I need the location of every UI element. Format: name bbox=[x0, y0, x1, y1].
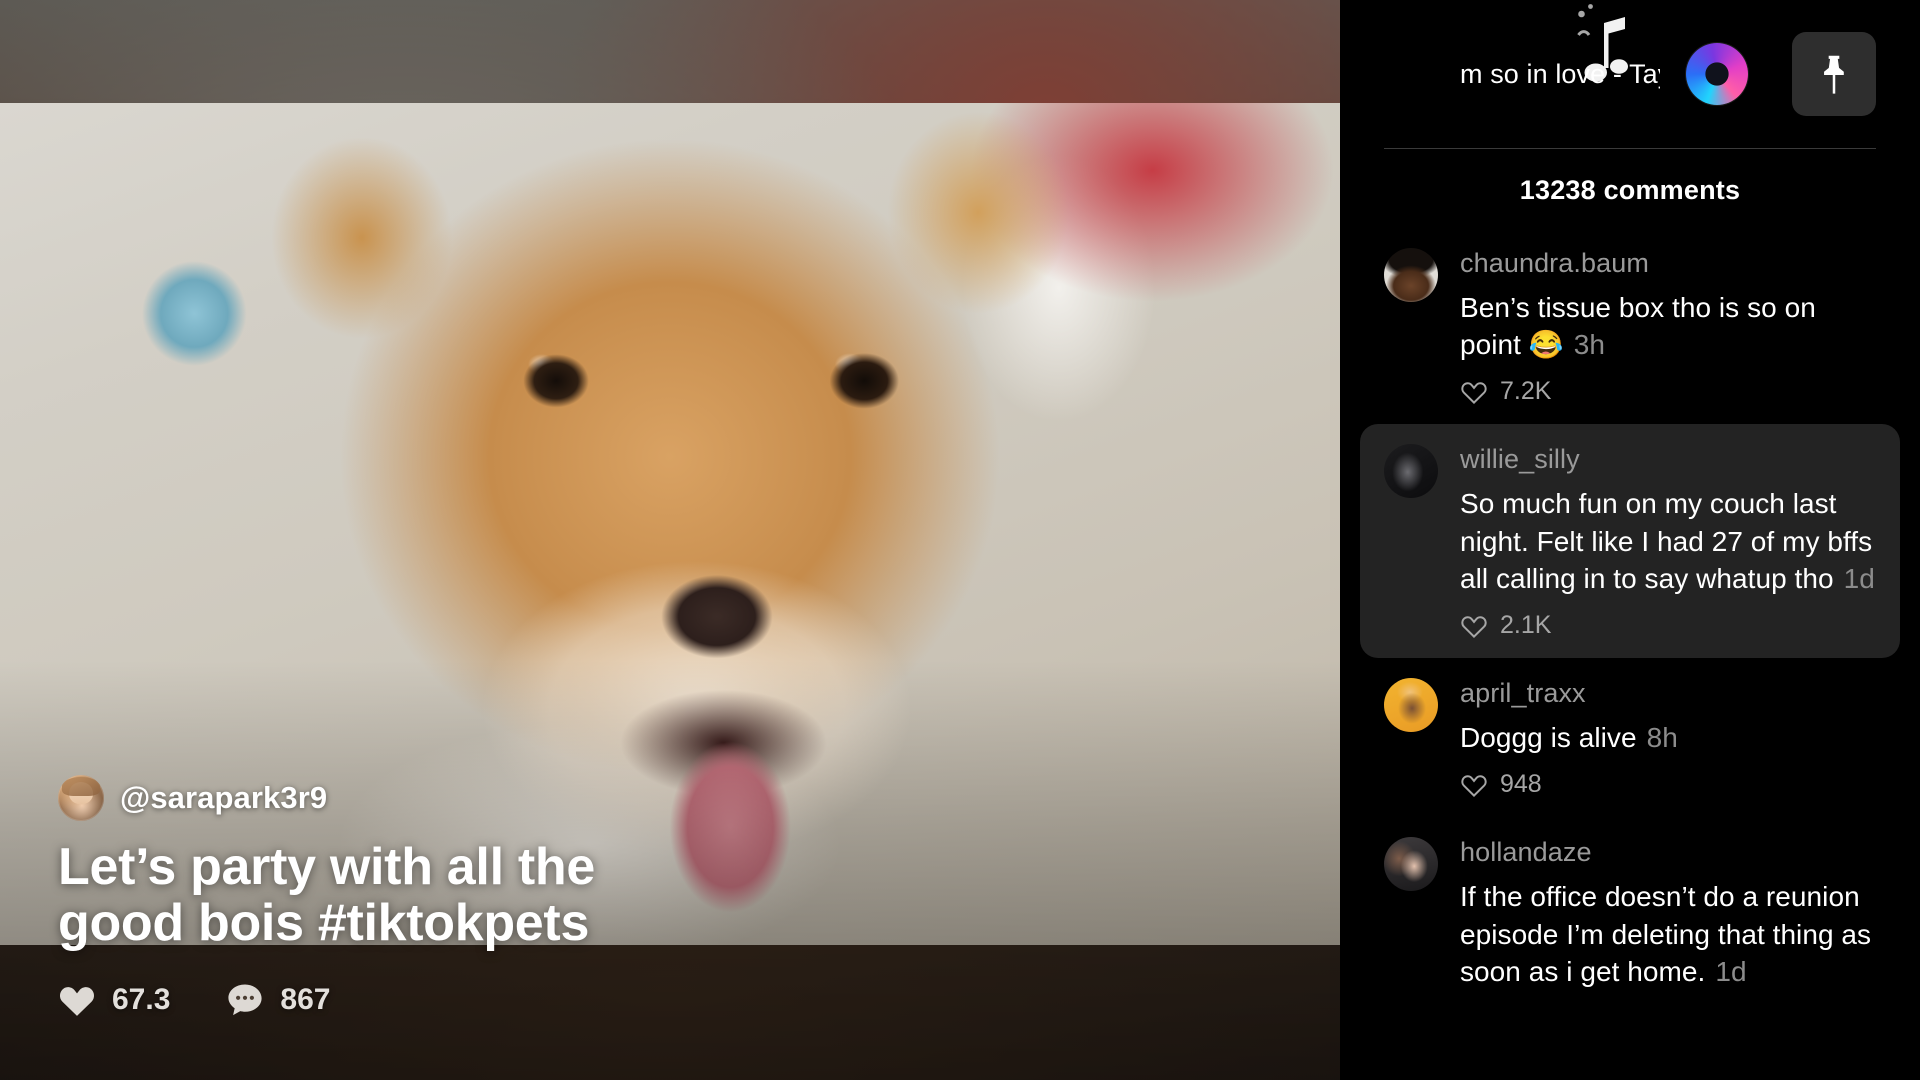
comment-username[interactable]: chaundra.baum bbox=[1460, 248, 1876, 279]
comment-body: chaundra.baum Ben’s tissue box tho is so… bbox=[1460, 248, 1876, 406]
comment-like-row[interactable]: 948 bbox=[1460, 770, 1876, 799]
pin-button[interactable] bbox=[1792, 32, 1876, 116]
heart-outline-icon bbox=[1461, 775, 1487, 797]
comment-text: Doggg is alive 8h bbox=[1460, 719, 1876, 756]
comment-body: willie_silly So much fun on my couch las… bbox=[1460, 444, 1876, 640]
author-handle[interactable]: @sarapark3r9 bbox=[120, 780, 327, 816]
comment-timestamp: 1d bbox=[1843, 562, 1875, 594]
comment-item-highlighted[interactable]: willie_silly So much fun on my couch las… bbox=[1360, 424, 1900, 659]
comment-text-value: If the office doesn’t do a reunion episo… bbox=[1460, 881, 1872, 987]
comment-item[interactable]: april_traxx Doggg is alive 8h 948 bbox=[1360, 658, 1900, 817]
avatar-chaundra-baum[interactable] bbox=[1384, 248, 1438, 302]
like-stat[interactable]: 67.3 bbox=[58, 983, 170, 1017]
comment-like-count: 2.1K bbox=[1500, 611, 1552, 640]
comments-total-count: 13238 comments bbox=[1519, 175, 1741, 205]
comment-username[interactable]: hollandaze bbox=[1460, 837, 1876, 868]
comment-stat[interactable]: 867 bbox=[226, 982, 330, 1018]
heart-outline-icon bbox=[1461, 382, 1487, 404]
comments-panel: m so in love - Taylo 13238 comments chau… bbox=[1340, 0, 1920, 1080]
comment-text: So much fun on my couch last night. Felt… bbox=[1460, 485, 1876, 597]
comment-list[interactable]: chaundra.baum Ben’s tissue box tho is so… bbox=[1340, 228, 1920, 1080]
comment-text-value: Ben’s tissue box tho is so on point 😂 bbox=[1460, 292, 1816, 361]
panel-header: m so in love - Taylo bbox=[1340, 0, 1920, 148]
video-stage[interactable]: @sarapark3r9 Let’s party with all the go… bbox=[0, 0, 1340, 1080]
comment-text: Ben’s tissue box tho is so on point 😂 3h bbox=[1460, 289, 1876, 363]
comment-item[interactable]: hollandaze If the office doesn’t do a re… bbox=[1360, 817, 1900, 1008]
comment-like-row[interactable]: 7.2K bbox=[1460, 377, 1876, 406]
comment-item[interactable]: chaundra.baum Ben’s tissue box tho is so… bbox=[1360, 228, 1900, 424]
music-note-icon bbox=[1577, 4, 1628, 82]
author-row[interactable]: @sarapark3r9 bbox=[58, 774, 1080, 821]
video-caption: Let’s party with all the good bois #tikt… bbox=[58, 837, 595, 953]
comment-body: april_traxx Doggg is alive 8h 948 bbox=[1460, 678, 1876, 799]
comment-username[interactable]: willie_silly bbox=[1460, 444, 1876, 475]
music-disc-icon[interactable] bbox=[1686, 43, 1748, 105]
comment-text-value: Doggg is alive bbox=[1460, 722, 1637, 754]
avatar-hollandaze[interactable] bbox=[1384, 837, 1438, 892]
comment-like-count: 948 bbox=[1500, 770, 1542, 799]
comment-like-count: 7.2K bbox=[1500, 377, 1552, 406]
comment-username[interactable]: april_traxx bbox=[1460, 678, 1876, 709]
comment-text: If the office doesn’t do a reunion episo… bbox=[1460, 878, 1876, 990]
tiktok-video-player: @sarapark3r9 Let’s party with all the go… bbox=[0, 0, 1920, 1080]
comment-count-overlay: 867 bbox=[280, 983, 331, 1016]
avatar-april-traxx[interactable] bbox=[1384, 678, 1438, 733]
heart-outline-icon bbox=[1461, 615, 1487, 638]
video-info-overlay: @sarapark3r9 Let’s party with all the go… bbox=[58, 774, 1080, 1018]
heart-icon bbox=[59, 987, 95, 1016]
avatar-willie-silly[interactable] bbox=[1384, 444, 1438, 499]
pin-icon bbox=[1824, 55, 1844, 94]
comment-text-value: So much fun on my couch last night. Felt… bbox=[1460, 488, 1873, 594]
author-avatar[interactable] bbox=[58, 774, 104, 821]
video-stats: 67.3 867 bbox=[58, 982, 1080, 1018]
like-count: 67.3 bbox=[112, 983, 171, 1016]
comment-body: hollandaze If the office doesn’t do a re… bbox=[1460, 837, 1876, 990]
comment-timestamp: 1d bbox=[1715, 955, 1747, 987]
comment-like-row[interactable]: 2.1K bbox=[1460, 611, 1876, 640]
comment-timestamp: 3h bbox=[1573, 329, 1605, 361]
comment-timestamp: 8h bbox=[1646, 722, 1678, 754]
comment-bubble-icon bbox=[228, 984, 262, 1016]
